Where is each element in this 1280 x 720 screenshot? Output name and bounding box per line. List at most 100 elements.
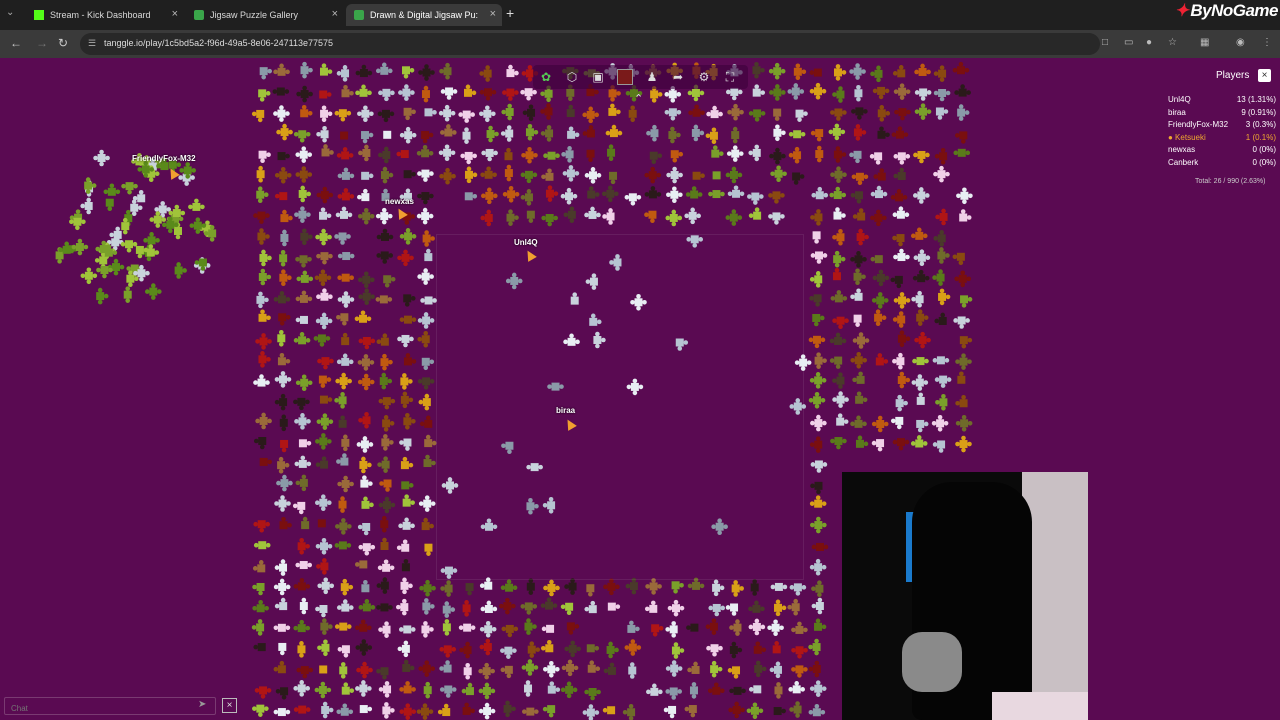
puzzle-piece[interactable] — [725, 603, 739, 616]
puzzle-piece[interactable] — [420, 296, 437, 305]
fullscreen-icon[interactable]: ⛶ — [720, 67, 740, 87]
puzzle-piece[interactable] — [419, 579, 436, 597]
puzzle-piece[interactable] — [355, 560, 368, 569]
puzzle-piece[interactable] — [644, 166, 661, 184]
puzzle-piece[interactable] — [379, 479, 392, 492]
puzzle-piece[interactable] — [870, 255, 883, 264]
puzzle-piece[interactable] — [340, 131, 349, 140]
puzzle-piece[interactable] — [96, 287, 109, 305]
puzzle-piece[interactable] — [300, 104, 313, 118]
puzzle-piece[interactable] — [294, 413, 311, 430]
puzzle-piece[interactable] — [871, 292, 889, 309]
puzzle-piece[interactable] — [358, 288, 375, 305]
puzzle-piece[interactable] — [810, 414, 827, 432]
puzzle-piece[interactable] — [358, 599, 376, 612]
puzzle-piece[interactable] — [397, 640, 410, 658]
puzzle-piece[interactable] — [295, 315, 308, 324]
puzzle-piece[interactable] — [526, 210, 535, 223]
puzzle-piece[interactable] — [337, 167, 355, 180]
puzzle-piece[interactable] — [275, 687, 289, 700]
site-info-icon[interactable]: ☰ — [88, 38, 98, 48]
puzzle-piece[interactable] — [849, 150, 862, 164]
puzzle-piece[interactable] — [298, 439, 312, 448]
puzzle-piece[interactable] — [809, 436, 823, 453]
puzzle-piece[interactable] — [850, 288, 863, 301]
puzzle-piece[interactable] — [462, 127, 471, 144]
puzzle-piece[interactable] — [442, 619, 451, 636]
puzzle-piece[interactable] — [913, 187, 930, 204]
extensions-icon[interactable]: ▦ — [1200, 37, 1209, 48]
puzzle-piece[interactable] — [258, 150, 271, 164]
puzzle-piece[interactable] — [833, 146, 847, 163]
puzzle-piece[interactable] — [522, 104, 536, 122]
puzzle-piece[interactable] — [521, 659, 539, 676]
puzzle-piece[interactable] — [912, 269, 930, 283]
puzzle-piece[interactable] — [545, 185, 559, 202]
puzzle-piece[interactable] — [561, 659, 579, 677]
puzzle-piece[interactable] — [252, 704, 269, 717]
puzzle-piece[interactable] — [645, 578, 662, 595]
puzzle-piece[interactable] — [810, 516, 827, 534]
puzzle-piece[interactable] — [355, 64, 373, 78]
puzzle-piece[interactable] — [651, 624, 664, 637]
puzzle-piece[interactable] — [540, 103, 553, 120]
puzzle-piece[interactable] — [252, 599, 269, 613]
puzzle-piece[interactable] — [869, 152, 883, 165]
puzzle-piece[interactable] — [341, 84, 354, 98]
password-key-icon[interactable]: ● — [1146, 37, 1152, 48]
puzzle-piece[interactable] — [279, 516, 292, 530]
puzzle-piece[interactable] — [607, 144, 616, 162]
puzzle-piece[interactable] — [836, 413, 849, 426]
puzzle-piece[interactable] — [417, 312, 435, 329]
puzzle-piece[interactable] — [338, 415, 347, 428]
settings-icon[interactable]: ⚙ — [694, 67, 714, 87]
puzzle-piece[interactable] — [829, 186, 847, 200]
puzzle-piece[interactable] — [728, 701, 745, 719]
puzzle-piece[interactable] — [873, 168, 886, 181]
puzzle-piece[interactable] — [954, 84, 971, 97]
puzzle-piece[interactable] — [319, 207, 332, 220]
puzzle-piece[interactable] — [315, 537, 333, 555]
puzzle-piece[interactable] — [319, 665, 328, 674]
puzzle-piece[interactable] — [259, 457, 272, 466]
puzzle-piece[interactable] — [520, 170, 538, 184]
puzzle-piece[interactable] — [911, 290, 924, 308]
close-tab-icon[interactable]: × — [332, 8, 338, 20]
puzzle-piece[interactable] — [375, 62, 393, 75]
puzzle-piece[interactable] — [875, 353, 889, 366]
puzzle-piece[interactable] — [708, 603, 726, 617]
puzzle-piece[interactable] — [547, 681, 561, 694]
puzzle-piece[interactable] — [84, 177, 97, 194]
puzzle-piece[interactable] — [809, 680, 827, 697]
puzzle-piece[interactable] — [361, 131, 374, 144]
puzzle-piece[interactable] — [890, 416, 904, 430]
puzzle-piece[interactable] — [478, 682, 496, 700]
puzzle-piece[interactable] — [359, 456, 372, 474]
puzzle-piece[interactable] — [628, 105, 637, 123]
puzzle-piece[interactable] — [315, 604, 328, 618]
puzzle-piece[interactable] — [953, 316, 970, 329]
puzzle-piece[interactable] — [855, 391, 868, 404]
puzzle-piece[interactable] — [316, 186, 334, 204]
puzzle-piece[interactable] — [769, 84, 786, 101]
puzzle-piece[interactable] — [399, 703, 417, 720]
puzzle-piece[interactable] — [253, 437, 267, 450]
puzzle-piece[interactable] — [525, 123, 539, 141]
puzzle-piece[interactable] — [877, 126, 890, 139]
puzzle-piece[interactable] — [752, 84, 766, 97]
puzzle-piece[interactable] — [356, 661, 373, 679]
puzzle-piece[interactable] — [294, 455, 312, 468]
puzzle-piece[interactable] — [603, 578, 620, 596]
puzzle-piece[interactable] — [587, 660, 601, 673]
puzzle-piece[interactable] — [543, 151, 560, 160]
puzzle-piece[interactable] — [315, 228, 332, 246]
puzzle-piece[interactable] — [440, 124, 457, 137]
puzzle-piece[interactable] — [334, 392, 347, 409]
tab-kick-dashboard[interactable]: Stream - Kick Dashboard × — [26, 4, 184, 26]
puzzle-piece[interactable] — [401, 481, 414, 490]
puzzle-piece[interactable] — [582, 125, 595, 138]
puzzle-piece[interactable] — [586, 644, 600, 653]
puzzle-piece[interactable] — [832, 228, 845, 246]
puzzle-piece[interactable] — [893, 167, 906, 181]
reload-icon[interactable]: ↻ — [58, 36, 68, 50]
